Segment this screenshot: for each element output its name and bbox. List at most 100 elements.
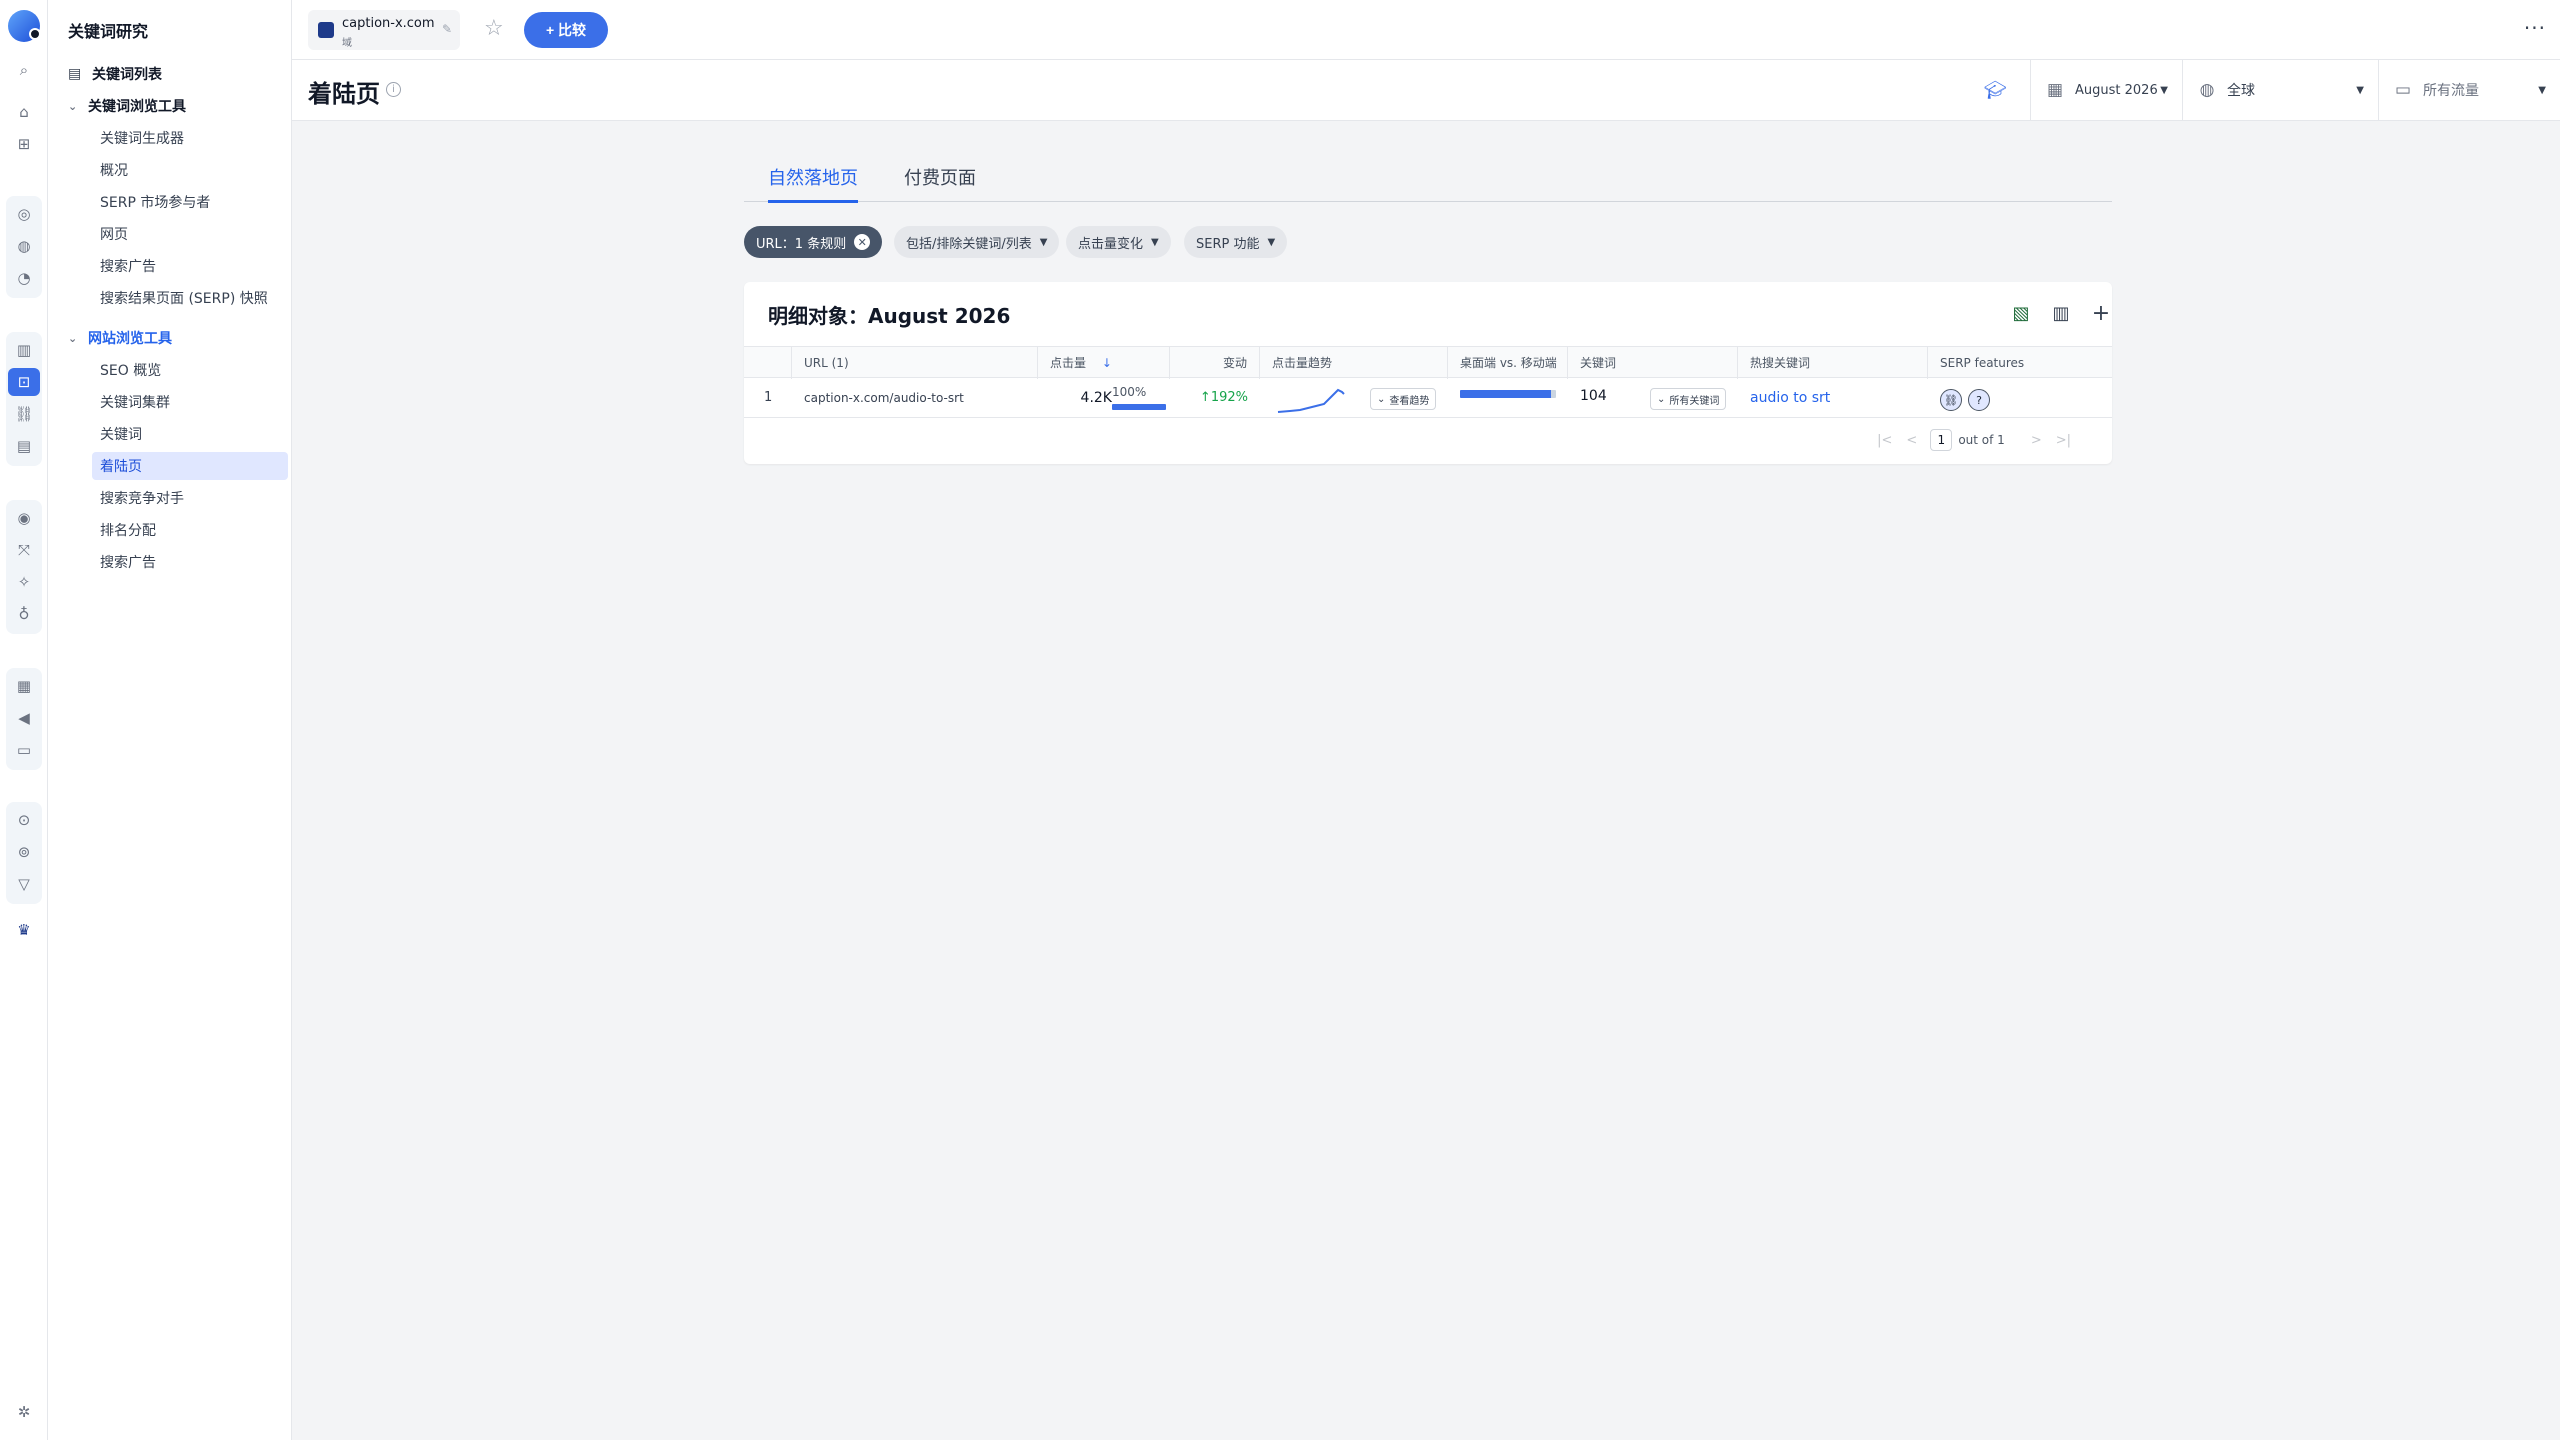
caret-down-icon: ▼	[2538, 84, 2546, 96]
sidebar-item-serp-snapshot[interactable]: 搜索结果页面 (SERP) 快照	[48, 284, 292, 312]
bar-chart-icon[interactable]: ▥	[8, 336, 40, 364]
prev-page-icon[interactable]: <	[1906, 433, 1917, 448]
details-card: 明细对象：August 2026 ▧ ▥ + URL (1) 点击量 ↓ 变动 …	[744, 282, 2112, 464]
excel-export-icon[interactable]: ▧	[2008, 300, 2034, 326]
domain-name: caption-x.com	[342, 16, 435, 31]
last-page-icon[interactable]: >|	[2056, 433, 2071, 448]
sparkle-icon[interactable]: ✧	[8, 568, 40, 596]
sidebar-item-site-explorer[interactable]: ⌄ 网站浏览工具	[48, 324, 292, 352]
document-icon[interactable]: ▦	[8, 672, 40, 700]
row-top-keyword[interactable]: audio to srt	[1750, 378, 1830, 418]
arrow-up-icon: ↑	[1199, 390, 1211, 405]
star-icon[interactable]: ☆	[484, 16, 504, 42]
row-keywords: 104	[1580, 388, 1607, 404]
keyword-research-icon[interactable]: ⊡	[8, 368, 40, 396]
filter-icon[interactable]: ▽	[8, 870, 40, 898]
sidebar-item-keywords[interactable]: 关键词	[48, 420, 292, 448]
next-page-icon[interactable]: >	[2031, 433, 2042, 448]
region-selector[interactable]: ◍ 全球 ▼	[2182, 60, 2378, 120]
academy-control[interactable]: 🎓︎	[1970, 60, 2020, 120]
sidebar-item-keyword-explorer[interactable]: ⌄ 关键词浏览工具	[48, 92, 292, 120]
apps-icon[interactable]: ⊞	[8, 130, 40, 158]
col-change[interactable]: 变动	[1170, 347, 1260, 379]
domain-selector[interactable]: caption-x.com 域 ✎	[308, 10, 460, 50]
caret-down-icon: ▼	[1151, 236, 1159, 248]
caret-down-icon: ▼	[1267, 236, 1276, 248]
list-icon: ▤	[68, 66, 82, 82]
col-url[interactable]: URL (1)	[792, 347, 1038, 379]
row-url[interactable]: caption-x.com/audio-to-srt	[804, 378, 964, 418]
col-clicks[interactable]: 点击量 ↓	[1038, 347, 1170, 379]
view-trend-button[interactable]: ⌄ 查看趋势	[1370, 388, 1437, 410]
sidebar-item-rank-distribution[interactable]: 排名分配	[48, 516, 292, 544]
table-row: 1 caption-x.com/audio-to-srt 4.2K 100% ↑…	[744, 378, 2112, 418]
lightbulb-icon[interactable]: ♁	[8, 600, 40, 628]
sidebar-item-keyword-generator[interactable]: 关键词生成器	[48, 124, 292, 152]
clicks-share-bar	[1112, 404, 1166, 410]
graduation-cap-icon: 🎓︎	[1983, 79, 2007, 101]
sidebar-item-search-ads-2[interactable]: 搜索广告	[48, 548, 292, 576]
sidebar-item-pages[interactable]: 网页	[48, 220, 292, 248]
eye-icon[interactable]: ◉	[8, 504, 40, 532]
sidebar-item-keyword-clusters[interactable]: 关键词集群	[48, 388, 292, 416]
link-icon[interactable]: ⛓	[1940, 389, 1962, 411]
caret-down-icon: ▼	[2356, 84, 2364, 96]
serp-features-filter[interactable]: SERP 功能 ▼	[1184, 226, 1288, 258]
magnify-icon[interactable]: ⊙	[8, 806, 40, 834]
columns-icon[interactable]: ▥	[2048, 300, 2074, 326]
close-icon[interactable]: ✕	[854, 234, 871, 250]
link-icon[interactable]: ⛓	[8, 400, 40, 428]
sidebar-item-search-competitors[interactable]: 搜索竞争对手	[48, 484, 292, 512]
tab-paid-pages[interactable]: 付费页面	[904, 164, 976, 200]
page-header: 着陆页 i 🎓︎ ▦ August 2026 ▼ ◍ 全球 ▼ ▭ 所有流量 ▼	[292, 60, 2560, 121]
col-desktop-mobile: 桌面端 vs. 移动端	[1448, 347, 1568, 379]
palette-icon[interactable]: ◍	[8, 232, 40, 260]
info-icon[interactable]: i	[386, 82, 401, 97]
desktop-mobile-bar	[1460, 390, 1556, 398]
table-header: URL (1) 点击量 ↓ 变动 点击量趋势 桌面端 vs. 移动端 关键词 热…	[744, 346, 2112, 379]
sidebar-item-search-ads[interactable]: 搜索广告	[48, 252, 292, 280]
compare-button[interactable]: + 比较	[524, 12, 608, 48]
sidebar-item-serp-players[interactable]: SERP 市场参与者	[48, 188, 292, 216]
calendar-icon: ▦	[2046, 80, 2064, 100]
crown-icon[interactable]: ♛	[8, 916, 40, 944]
sidebar-item-keyword-list[interactable]: ▤ 关键词列表	[48, 60, 292, 88]
workspace-avatar[interactable]	[8, 10, 41, 42]
traffic-selector[interactable]: ▭ 所有流量 ▼	[2378, 60, 2560, 120]
sidebar-item-overview[interactable]: 概况	[48, 156, 292, 184]
region-value: 全球	[2227, 83, 2255, 99]
add-icon[interactable]: +	[2088, 300, 2114, 326]
sidebar: 关键词研究 ▤ 关键词列表 ⌄ 关键词浏览工具 关键词生成器 概况 SERP 市…	[48, 0, 296, 1440]
row-index: 1	[764, 390, 773, 405]
tabs: 自然落地页 付费页面	[744, 160, 2112, 203]
more-icon[interactable]: ···	[2524, 16, 2546, 40]
date-selector[interactable]: ▦ August 2026 ▼	[2030, 60, 2182, 120]
search-icon[interactable]: ⌕	[8, 56, 40, 84]
row-clicks: 4.2K	[1080, 390, 1112, 406]
col-clicks-trend: 点击量趋势	[1260, 347, 1448, 379]
question-icon[interactable]: ?	[1968, 389, 1990, 411]
clicks-change-filter[interactable]: 点击量变化 ▼	[1066, 226, 1171, 258]
chat-icon[interactable]: ▤	[8, 432, 40, 460]
tab-organic-landing-pages[interactable]: 自然落地页	[768, 164, 858, 203]
megaphone-icon[interactable]: ◀	[8, 704, 40, 732]
col-keywords[interactable]: 关键词	[1568, 347, 1738, 379]
settings-icon[interactable]: ✲	[8, 1398, 40, 1426]
caret-down-icon: ▼	[2160, 84, 2168, 96]
sidebar-item-landing-pages[interactable]: 着陆页	[92, 452, 296, 480]
url-filter-chip[interactable]: URL：1 条规则 ✕	[744, 226, 883, 258]
home-icon[interactable]: ⌂	[8, 98, 40, 126]
location-search-icon[interactable]: ⊚	[8, 838, 40, 866]
page-title: 着陆页	[308, 80, 380, 108]
globe-icon[interactable]: ◎	[8, 200, 40, 228]
monitor-icon[interactable]: ▭	[8, 736, 40, 764]
page-number-input[interactable]: 1	[1930, 429, 1953, 451]
sidebar-item-seo-overview[interactable]: SEO 概览	[48, 356, 292, 384]
chevron-down-icon: ⌄	[1657, 393, 1666, 405]
first-page-icon[interactable]: |<	[1877, 433, 1892, 448]
all-keywords-button[interactable]: ⌄ 所有关键词	[1650, 388, 1727, 410]
include-exclude-filter[interactable]: 包括/排除关键词/列表 ▼	[894, 226, 1060, 258]
network-icon[interactable]: ⤧	[8, 536, 40, 564]
pencil-icon[interactable]: ✎	[442, 22, 452, 36]
pie-chart-icon[interactable]: ◔	[8, 264, 40, 292]
